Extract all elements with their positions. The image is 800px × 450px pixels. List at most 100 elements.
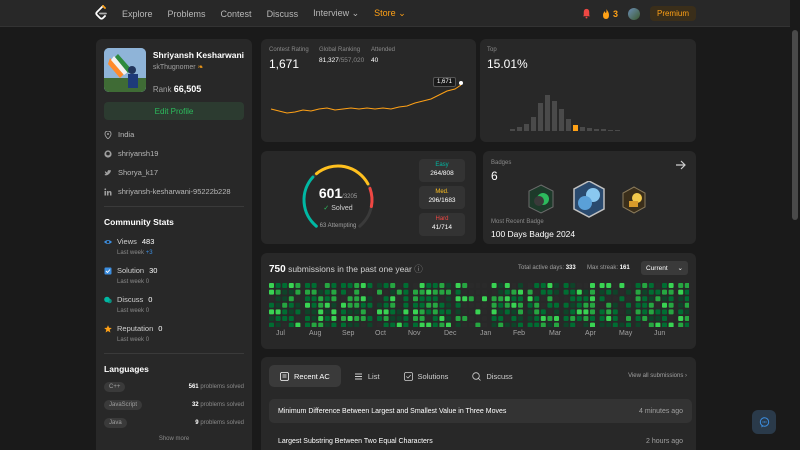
heatmap-cell[interactable] xyxy=(275,309,281,315)
heatmap-cell[interactable] xyxy=(426,322,432,327)
heatmap-cell[interactable] xyxy=(396,283,402,288)
heatmap-cell[interactable] xyxy=(684,322,689,327)
heatmap-cell[interactable] xyxy=(662,296,667,302)
heatmap-cell[interactable] xyxy=(498,283,504,288)
heatmap-cell[interactable] xyxy=(390,309,396,315)
heatmap-cell[interactable] xyxy=(612,309,618,315)
heatmap-cell[interactable] xyxy=(554,316,559,321)
heatmap-cell[interactable] xyxy=(324,302,330,308)
badges-row[interactable] xyxy=(525,181,655,221)
heatmap-cell[interactable] xyxy=(377,322,382,327)
heatmap-cell[interactable] xyxy=(288,302,294,308)
heatmap-cell[interactable] xyxy=(367,322,373,327)
bell-icon[interactable] xyxy=(581,8,592,19)
heatmap-cell[interactable] xyxy=(347,283,353,288)
heatmap-cell[interactable] xyxy=(360,302,366,308)
heatmap-cell[interactable] xyxy=(468,302,474,308)
heatmap-cell[interactable] xyxy=(599,283,605,288)
heatmap-cell[interactable] xyxy=(518,316,523,321)
heatmap-cell[interactable] xyxy=(534,309,540,315)
heatmap-cell[interactable] xyxy=(642,289,648,295)
heatmap-cell[interactable] xyxy=(678,309,684,315)
heatmap-cell[interactable] xyxy=(305,296,310,302)
heatmap-cell[interactable] xyxy=(642,296,648,302)
heatmap-cell[interactable] xyxy=(583,316,589,321)
heatmap-cell[interactable] xyxy=(446,316,451,321)
heatmap-cell[interactable] xyxy=(275,289,281,295)
heatmap-cell[interactable] xyxy=(482,283,487,288)
heatmap-cell[interactable] xyxy=(360,309,366,315)
heatmap-cell[interactable] xyxy=(662,309,667,315)
heatmap-cell[interactable] xyxy=(354,289,360,295)
heatmap-cell[interactable] xyxy=(576,296,582,302)
heatmap-cell[interactable] xyxy=(318,316,324,321)
heatmap-cell[interactable] xyxy=(590,322,595,327)
heatmap-cell[interactable] xyxy=(668,296,674,302)
heatmap-cell[interactable] xyxy=(318,302,324,308)
heatmap-cell[interactable] xyxy=(498,302,504,308)
heatmap-cell[interactable] xyxy=(527,316,533,321)
heatmap-cell[interactable] xyxy=(439,322,445,327)
scrollbar-thumb[interactable] xyxy=(792,30,798,220)
arrow-right-icon[interactable] xyxy=(675,159,687,171)
heatmap-cell[interactable] xyxy=(413,316,418,321)
heatmap-cell[interactable] xyxy=(305,316,310,321)
heatmap-cell[interactable] xyxy=(419,283,425,288)
heatmap-cell[interactable] xyxy=(635,283,641,288)
heatmap-cell[interactable] xyxy=(626,289,631,295)
heatmap-cell[interactable] xyxy=(468,283,474,288)
heatmap-cell[interactable] xyxy=(527,309,533,315)
heatmap-cell[interactable] xyxy=(324,296,330,302)
heatmap-cell[interactable] xyxy=(612,322,618,327)
heatmap-cell[interactable] xyxy=(635,296,641,302)
heatmap-cell[interactable] xyxy=(482,309,487,315)
heatmap-cell[interactable] xyxy=(576,302,582,308)
twitter-row[interactable]: Shorya_k17 xyxy=(104,168,244,177)
heatmap-cell[interactable] xyxy=(482,322,487,327)
heatmap-cell[interactable] xyxy=(288,309,294,315)
view-all-submissions-link[interactable]: View all submissions › xyxy=(628,373,687,379)
heatmap-cell[interactable] xyxy=(413,322,418,327)
heatmap-cell[interactable] xyxy=(455,322,461,327)
show-more-link[interactable]: Show more xyxy=(104,436,244,442)
heatmap-cell[interactable] xyxy=(305,322,310,327)
heatmap-cell[interactable] xyxy=(576,283,582,288)
heatmap-cell[interactable] xyxy=(295,283,301,288)
heatmap-cell[interactable] xyxy=(455,316,461,321)
heatmap-cell[interactable] xyxy=(403,296,409,302)
heatmap-cell[interactable] xyxy=(419,302,425,308)
heatmap-cell[interactable] xyxy=(662,302,667,308)
nav-store[interactable]: Store ⌄ xyxy=(374,8,406,19)
heatmap-cell[interactable] xyxy=(599,302,605,308)
heatmap-cell[interactable] xyxy=(511,296,517,302)
heatmap-cell[interactable] xyxy=(619,309,625,315)
heatmap-cell[interactable] xyxy=(377,296,382,302)
heatmap-cell[interactable] xyxy=(360,322,366,327)
heatmap-cell[interactable] xyxy=(403,322,409,327)
heatmap-cell[interactable] xyxy=(396,316,402,321)
heatmap-cell[interactable] xyxy=(341,283,346,288)
heatmap-cell[interactable] xyxy=(377,283,382,288)
heatmap-cell[interactable] xyxy=(684,289,689,295)
nav-avatar[interactable] xyxy=(627,7,640,20)
heatmap-cell[interactable] xyxy=(305,289,310,295)
heatmap-cell[interactable] xyxy=(504,302,510,308)
heatmap-cell[interactable] xyxy=(482,296,487,302)
heatmap-cell[interactable] xyxy=(642,283,648,288)
heatmap-cell[interactable] xyxy=(648,322,654,327)
heatmap-cell[interactable] xyxy=(455,289,461,295)
heatmap-cell[interactable] xyxy=(311,309,317,315)
heatmap-cell[interactable] xyxy=(462,309,468,315)
heatmap-cell[interactable] xyxy=(403,316,409,321)
heatmap-cell[interactable] xyxy=(563,283,569,288)
heatmap-cell[interactable] xyxy=(583,302,589,308)
heatmap-cell[interactable] xyxy=(612,296,618,302)
heatmap-cell[interactable] xyxy=(426,289,432,295)
heatmap-cell[interactable] xyxy=(288,296,294,302)
heatmap-cell[interactable] xyxy=(390,316,396,321)
heatmap-cell[interactable] xyxy=(311,302,317,308)
heatmap-cell[interactable] xyxy=(396,309,402,315)
heatmap-cell[interactable] xyxy=(462,302,468,308)
heatmap-cell[interactable] xyxy=(282,309,288,315)
heatmap-cell[interactable] xyxy=(439,309,445,315)
